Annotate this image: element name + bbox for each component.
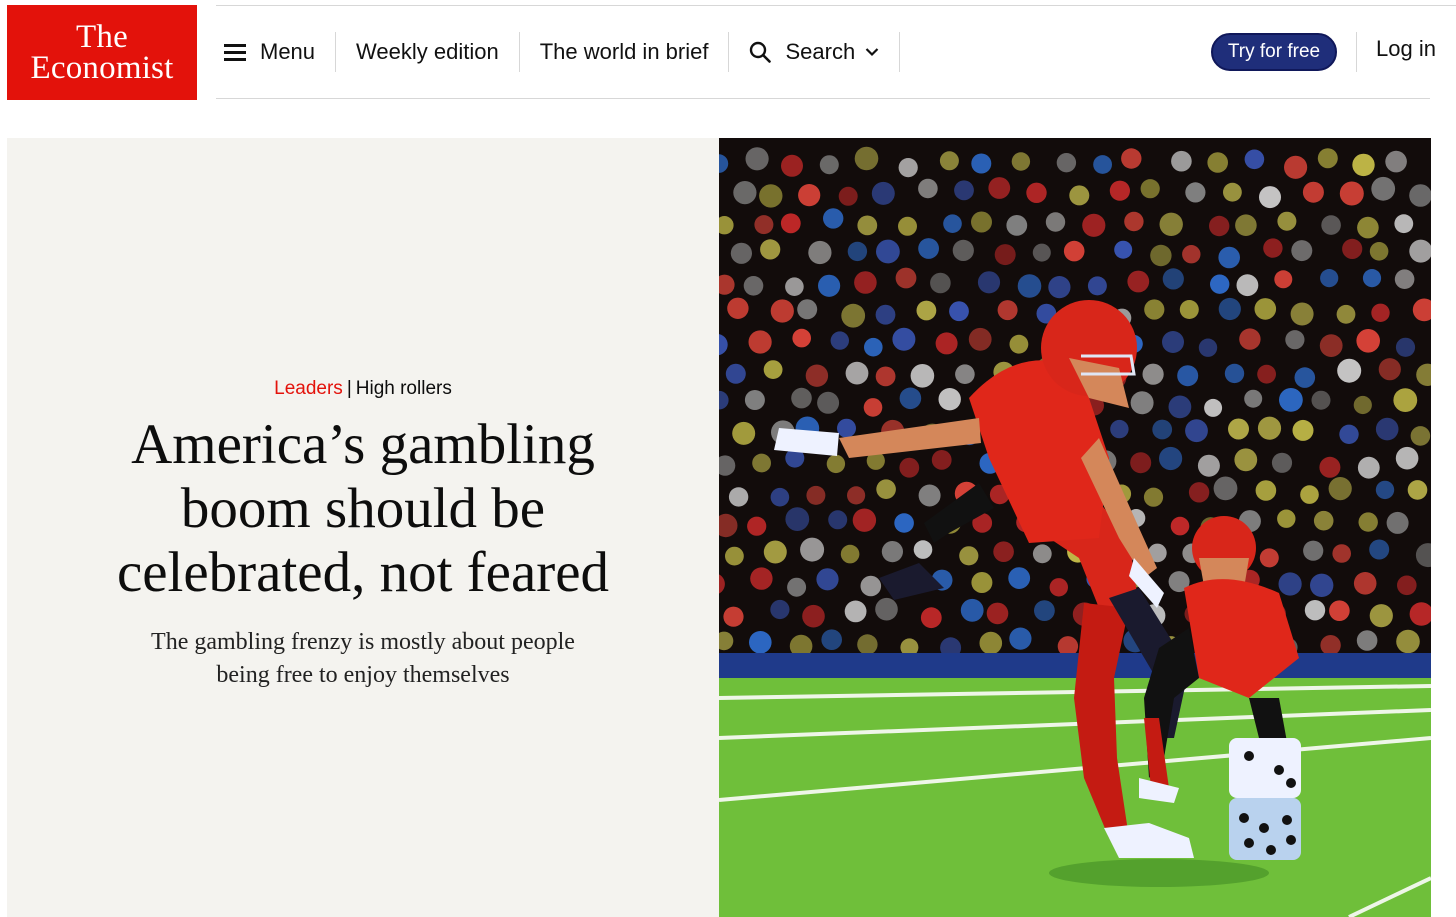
rubric-label: High rollers <box>355 378 452 399</box>
logo-line-1: The <box>76 18 128 55</box>
article-standfirst: The gambling frenzy is mostly about peop… <box>151 629 575 688</box>
nav-weekly-edition[interactable]: Weekly edition <box>336 33 519 71</box>
header-bottom-rule <box>216 98 1430 99</box>
main-nav: Menu Weekly edition The world in brief S… <box>204 6 901 98</box>
world-in-brief-label: The world in brief <box>539 39 709 64</box>
search-label: Search <box>785 39 856 64</box>
dice-stack <box>1229 738 1301 860</box>
nav-divider <box>1356 32 1357 72</box>
article-illustration[interactable] <box>719 138 1431 917</box>
article-rubric: Leaders | High rollers <box>7 378 719 400</box>
chevron-down-icon <box>865 48 879 57</box>
hamburger-icon <box>224 44 246 61</box>
logo-line-2: Economist <box>30 49 174 86</box>
article-headline[interactable]: America’s gambling boom should be celebr… <box>63 413 663 605</box>
nav-world-in-brief[interactable]: The world in brief <box>520 33 729 71</box>
menu-button[interactable]: Menu <box>204 33 335 71</box>
try-for-free-button[interactable]: Try for free <box>1211 33 1337 71</box>
player-shadow <box>1049 859 1269 887</box>
log-in-link[interactable]: Log in <box>1376 36 1436 62</box>
section-link[interactable]: Leaders <box>274 378 343 399</box>
search-icon <box>750 41 772 63</box>
search-button[interactable]: Search <box>729 33 899 71</box>
stadium-wall <box>719 653 1431 681</box>
economist-logo[interactable]: The Economist <box>7 5 197 100</box>
nav-divider <box>899 32 901 72</box>
hero-text-panel: Leaders | High rollers America’s gambling … <box>7 138 719 917</box>
rubric-separator: | <box>346 378 352 399</box>
weekly-edition-label: Weekly edition <box>356 39 499 64</box>
menu-label: Menu <box>260 39 316 64</box>
